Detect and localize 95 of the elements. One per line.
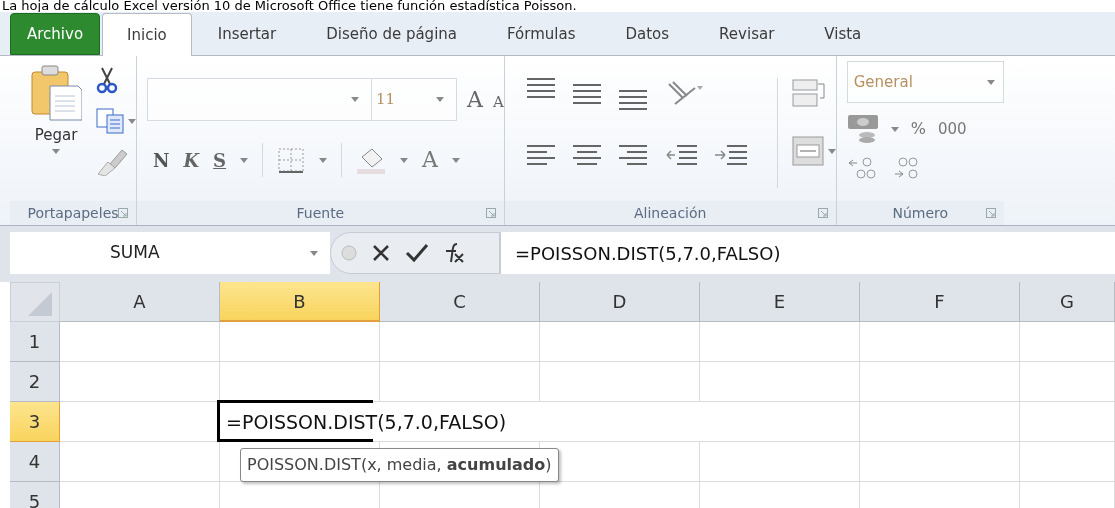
align-bottom-icon[interactable]: [618, 90, 647, 112]
brush-icon[interactable]: [96, 148, 128, 176]
function-icon[interactable]: [443, 242, 467, 264]
cell-text[interactable]: =POISSON.DIST(5,7.0,FALSO): [226, 408, 507, 437]
grid-cell[interactable]: [1020, 402, 1115, 442]
caret-icon[interactable]: [240, 157, 249, 163]
caret-icon[interactable]: [319, 157, 328, 163]
grid-cell[interactable]: [60, 322, 220, 362]
caret-icon[interactable]: [452, 157, 460, 163]
grid-cell[interactable]: [380, 322, 540, 362]
row-header[interactable]: 4: [10, 442, 60, 482]
caret-icon[interactable]: [52, 149, 60, 154]
shrink-font-button[interactable]: A: [492, 95, 504, 110]
grow-font-button[interactable]: A: [467, 88, 483, 111]
row-header[interactable]: 3: [10, 402, 60, 442]
grid-cell[interactable]: [860, 322, 1020, 362]
name-box[interactable]: SUMA: [10, 232, 330, 274]
caret-icon[interactable]: [890, 126, 899, 132]
caret-icon[interactable]: [400, 157, 409, 163]
caret-icon[interactable]: [986, 79, 995, 85]
font-color-button[interactable]: A: [422, 149, 438, 171]
caret-icon[interactable]: [827, 148, 836, 154]
column-header[interactable]: A: [60, 282, 220, 322]
grid-cell[interactable]: [220, 322, 380, 362]
scissors-icon[interactable]: [96, 66, 118, 94]
grid-cell[interactable]: [700, 362, 860, 402]
ribbon-tab[interactable]: Diseño de página: [302, 13, 481, 55]
grid-cell[interactable]: [540, 322, 700, 362]
thousands-button[interactable]: 000: [937, 117, 967, 141]
align-left-icon[interactable]: [526, 145, 555, 167]
ribbon-tab[interactable]: Revisar: [695, 13, 799, 55]
group-label: Fuente: [296, 203, 345, 223]
row-header[interactable]: 5: [10, 482, 60, 508]
align-middle-icon[interactable]: [572, 84, 601, 106]
merge-center-icon[interactable]: [791, 136, 824, 166]
percent-button[interactable]: %: [910, 117, 926, 141]
wrap-text-icon[interactable]: [791, 78, 826, 108]
grid-cell[interactable]: [60, 362, 220, 402]
row-header[interactable]: 2: [10, 362, 60, 402]
grid-cell[interactable]: [540, 362, 700, 402]
grid-cell[interactable]: [60, 442, 220, 482]
group-label: Número: [892, 203, 949, 223]
align-right-icon[interactable]: [618, 145, 647, 167]
borders-icon[interactable]: [277, 147, 306, 173]
column-header[interactable]: B: [220, 282, 380, 322]
caret-icon[interactable]: [310, 250, 318, 256]
ribbon-tab[interactable]: Fórmulas: [483, 13, 600, 55]
row-header[interactable]: 1: [10, 322, 60, 362]
grid-cell[interactable]: [700, 402, 860, 442]
check-icon[interactable]: [405, 243, 429, 263]
ribbon-tab[interactable]: Inicio: [102, 13, 192, 56]
grid-cell[interactable]: [700, 322, 860, 362]
grid-cell[interactable]: [860, 362, 1020, 402]
caret-icon[interactable]: [351, 97, 359, 102]
grid-cell[interactable]: [700, 442, 860, 482]
column-header[interactable]: F: [860, 282, 1020, 322]
ribbon-tab[interactable]: Archivo: [10, 13, 101, 55]
increase-decimal-icon[interactable]: [846, 155, 877, 181]
grid-cell[interactable]: [860, 402, 1020, 442]
dialog-launcher-icon[interactable]: [817, 208, 828, 218]
bold-button[interactable]: N: [153, 146, 170, 174]
clipboard-icon: [30, 64, 82, 122]
function-tooltip: POISSON.DIST(x, media, acumulado): [240, 448, 559, 482]
grid-cell[interactable]: [1020, 442, 1115, 482]
close-icon[interactable]: [371, 243, 391, 263]
paste-button[interactable]: Pegar: [30, 64, 82, 154]
group-label: Portapapeles: [27, 203, 119, 223]
italic-button[interactable]: K: [183, 146, 200, 174]
caret-icon[interactable]: [128, 118, 136, 124]
copy-icon[interactable]: [96, 108, 126, 134]
grid-cell[interactable]: [860, 442, 1020, 482]
align-center-icon[interactable]: [572, 145, 601, 167]
ribbon-tab[interactable]: Insertar: [193, 13, 301, 55]
grid-cell[interactable]: [1020, 322, 1115, 362]
caption-text: La hoja de cálculo Excel versión 10 de Microsoft Office tiene función estadística Poisson.: [1, 0, 578, 12]
circle-icon: [341, 245, 357, 261]
caret-icon[interactable]: [436, 97, 444, 102]
column-header[interactable]: D: [540, 282, 700, 322]
formula-input[interactable]: =POISSON.DIST(5,7.0,FALSO): [500, 232, 1115, 274]
grid-cell[interactable]: [1020, 362, 1115, 402]
column-header[interactable]: G: [1020, 282, 1115, 322]
grid-cell[interactable]: [380, 362, 540, 402]
column-header[interactable]: E: [700, 282, 860, 322]
dialog-launcher-icon[interactable]: [485, 208, 496, 218]
group-label: Alineación: [634, 203, 707, 223]
dialog-launcher-icon[interactable]: [985, 208, 996, 218]
underline-button[interactable]: S: [213, 146, 227, 174]
ribbon-tab[interactable]: Datos: [601, 13, 694, 55]
dialog-launcher-icon[interactable]: [118, 208, 128, 218]
font-name-field[interactable]: [147, 78, 372, 121]
column-header[interactable]: C: [380, 282, 540, 322]
select-all-corner-icon[interactable]: [10, 282, 60, 322]
align-top-icon[interactable]: [526, 78, 555, 100]
ribbon-tab[interactable]: Vista: [800, 13, 886, 55]
currency-icon[interactable]: [846, 113, 879, 145]
